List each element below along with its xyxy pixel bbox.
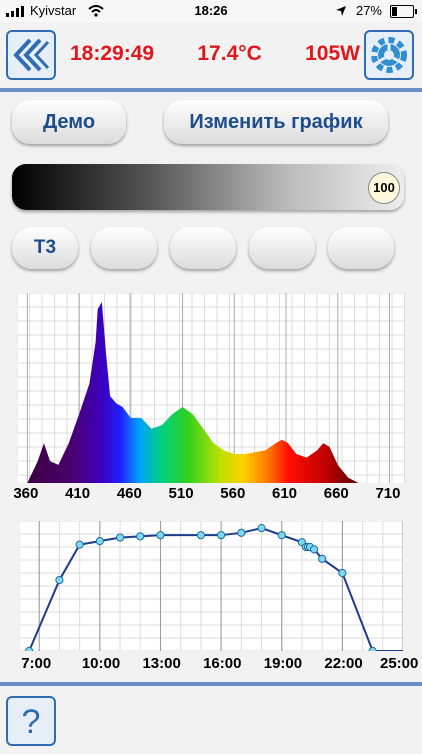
battery-percent: 27% (355, 3, 382, 18)
schedule-point[interactable] (55, 575, 64, 585)
edit-schedule-button[interactable]: Изменить график (164, 100, 388, 144)
power-readout: 105W (305, 42, 360, 65)
schedule-tick-label: 19:00 (263, 655, 303, 672)
spectrum-tick-label: 510 (168, 485, 194, 502)
help-button[interactable]: ? (6, 696, 56, 746)
readouts: 18:29:49 17.4°C 105W (70, 42, 360, 66)
schedule-point[interactable] (25, 646, 34, 651)
bottom-bar: ? (0, 682, 422, 754)
svg-text:?: ? (22, 703, 41, 741)
preset-button-4[interactable] (249, 227, 315, 269)
spectrum-tick-label: 560 (220, 485, 246, 502)
schedule-point[interactable] (257, 523, 266, 533)
preset-button-1[interactable]: Т3 (12, 227, 78, 269)
spectrum-chart (17, 293, 405, 483)
brightness-slider[interactable]: 100 (12, 164, 404, 210)
preset-button-2[interactable] (91, 227, 157, 269)
clock-readout: 18:29:49 (70, 42, 155, 65)
temperature-readout: 17.4°C (197, 42, 262, 65)
schedule-point[interactable] (196, 531, 205, 540)
schedule-point[interactable] (368, 646, 377, 651)
double-chevron-left-icon (13, 38, 50, 72)
schedule-point[interactable] (115, 533, 125, 542)
battery-icon (390, 5, 417, 18)
spectrum-tick-label: 710 (375, 485, 401, 502)
schedule-point[interactable] (318, 554, 327, 563)
schedule-point[interactable] (75, 540, 84, 549)
schedule-point[interactable] (95, 536, 104, 546)
question-mark-icon: ? (22, 703, 41, 741)
brightness-knob[interactable]: 100 (368, 172, 400, 204)
demo-button[interactable]: Демо (12, 100, 126, 144)
schedule-tick-label: 16:00 (203, 655, 242, 672)
schedule-tick-label: 13:00 (142, 655, 181, 672)
schedule-tick-label: 7:00 (21, 655, 52, 672)
schedule-point[interactable] (309, 545, 319, 554)
spectrum-tick-label: 360 (13, 485, 39, 502)
schedule-point[interactable] (136, 532, 145, 541)
preset-button-3[interactable] (170, 227, 236, 269)
schedule-chart (19, 521, 403, 651)
gear-icon (371, 37, 407, 73)
schedule-point[interactable] (277, 531, 286, 540)
battery-fill (392, 7, 398, 16)
header-bar: 18:29:49 17.4°C 105W (0, 22, 422, 92)
schedule-point[interactable] (237, 528, 246, 537)
schedule-point[interactable] (156, 531, 165, 540)
spectrum-area (27, 302, 400, 483)
spectrum-tick-label: 410 (65, 485, 91, 502)
spectrum-tick-label: 660 (323, 485, 349, 502)
status-bar: Kyivstar 18:26 27% (0, 0, 422, 22)
schedule-point[interactable] (217, 531, 226, 540)
schedule-tick-label: 10:00 (81, 655, 121, 672)
back-button[interactable] (6, 30, 56, 80)
location-arrow-icon (336, 6, 346, 16)
schedule-tick-label: 25:00 (380, 655, 419, 672)
schedule-tick-label: 22:00 (324, 655, 363, 672)
schedule-point[interactable] (338, 568, 347, 578)
spectrum-tick-label: 610 (272, 485, 298, 502)
preset-button-5[interactable] (328, 227, 394, 269)
spectrum-tick-label: 460 (116, 485, 142, 502)
settings-button[interactable] (364, 30, 414, 80)
